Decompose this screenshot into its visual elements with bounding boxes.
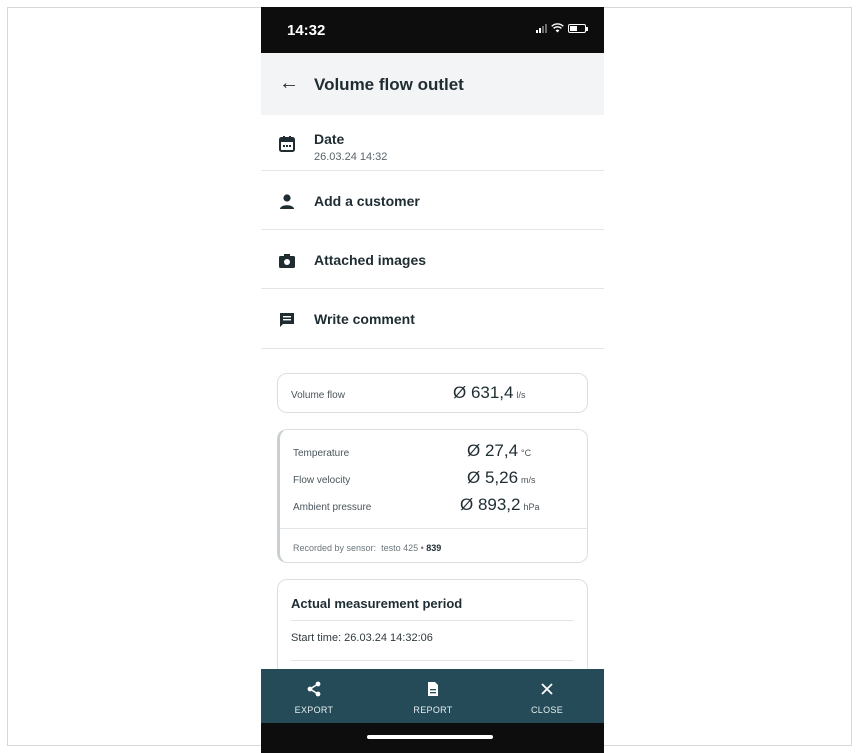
close-icon bbox=[541, 683, 553, 695]
export-button[interactable]: EXPORT bbox=[274, 669, 354, 723]
measurement-value: Ø 27,4 °C bbox=[467, 441, 531, 461]
measurement-unit: °C bbox=[521, 448, 532, 458]
add-customer-row[interactable]: Add a customer bbox=[261, 171, 604, 230]
person-icon bbox=[280, 194, 294, 209]
measurement-row: Ambient pressure Ø 893,2 hPa bbox=[293, 494, 574, 516]
start-time: Start time: 26.03.24 14:32:06 bbox=[291, 632, 433, 644]
date-value: 26.03.24 14:32 bbox=[314, 151, 388, 163]
volume-flow-label: Volume flow bbox=[291, 390, 345, 401]
close-button[interactable]: CLOSE bbox=[507, 669, 587, 723]
volume-flow-card: Volume flow Ø 631,4 l/s bbox=[277, 373, 588, 413]
measurement-label: Flow velocity bbox=[293, 475, 351, 486]
measurement-value: Ø 893,2 hPa bbox=[460, 495, 540, 515]
export-label: EXPORT bbox=[294, 705, 334, 715]
status-time: 14:32 bbox=[287, 22, 326, 39]
report-label: REPORT bbox=[413, 705, 453, 715]
volume-flow-number: Ø 631,4 bbox=[453, 383, 514, 402]
volume-flow-value: Ø 631,4 l/s bbox=[453, 383, 526, 403]
measurement-number: Ø 893,2 bbox=[460, 495, 521, 514]
status-bar: 14:32 bbox=[261, 7, 604, 53]
status-icons bbox=[536, 23, 588, 33]
measurement-row: Flow velocity Ø 5,26 m/s bbox=[293, 467, 574, 489]
measurement-number: Ø 5,26 bbox=[467, 468, 519, 487]
sensor-serial: 839 bbox=[426, 543, 442, 553]
report-button[interactable]: REPORT bbox=[393, 669, 473, 723]
home-indicator[interactable] bbox=[367, 735, 493, 739]
back-arrow-icon[interactable]: ← bbox=[279, 72, 299, 95]
phone-screen: 14:32 ← Volume flow outlet Date 26.03.24… bbox=[261, 7, 604, 753]
recorded-by-sensor: Recorded by sensor: testo 425 • 839 bbox=[293, 543, 441, 553]
attached-images-row[interactable]: Attached images bbox=[261, 230, 604, 289]
divider bbox=[280, 528, 587, 529]
attached-images-label: Attached images bbox=[314, 252, 427, 268]
divider bbox=[291, 660, 574, 661]
sensor-model: testo 425 • bbox=[381, 543, 424, 553]
signal-icon bbox=[536, 23, 547, 33]
battery-icon bbox=[568, 23, 588, 33]
share-icon bbox=[307, 681, 321, 697]
period-title: Actual measurement period bbox=[291, 596, 463, 611]
measurement-label: Temperature bbox=[293, 448, 350, 459]
comment-icon bbox=[280, 313, 294, 327]
sensor-prefix: Recorded by sensor: bbox=[293, 543, 377, 553]
wifi-icon bbox=[551, 23, 564, 33]
measurement-row: Temperature Ø 27,4 °C bbox=[293, 440, 574, 462]
camera-icon bbox=[279, 254, 295, 268]
home-indicator-bar bbox=[261, 723, 604, 753]
date-label: Date bbox=[314, 131, 345, 147]
volume-flow-unit: l/s bbox=[516, 390, 526, 400]
measurement-unit: m/s bbox=[521, 475, 536, 485]
write-comment-row[interactable]: Write comment bbox=[261, 289, 604, 349]
report-document-icon bbox=[428, 682, 438, 696]
bottom-toolbar: EXPORT REPORT CLOSE bbox=[261, 669, 604, 723]
write-comment-label: Write comment bbox=[314, 311, 415, 327]
volume-flow-row: Volume flow Ø 631,4 l/s bbox=[291, 382, 574, 404]
page-title: Volume flow outlet bbox=[314, 75, 464, 94]
add-customer-label: Add a customer bbox=[314, 193, 420, 209]
date-row[interactable]: Date 26.03.24 14:32 bbox=[261, 115, 604, 171]
measurement-label: Ambient pressure bbox=[293, 502, 372, 513]
close-label: CLOSE bbox=[530, 705, 563, 715]
sensor-measurements-card: Temperature Ø 27,4 °C Flow velocity Ø 5,2… bbox=[277, 429, 588, 563]
divider bbox=[291, 620, 574, 621]
measurement-value: Ø 5,26 m/s bbox=[467, 468, 536, 488]
measurement-unit: hPa bbox=[523, 502, 540, 512]
app-bar: ← Volume flow outlet bbox=[261, 53, 604, 115]
measurement-number: Ø 27,4 bbox=[467, 441, 519, 460]
calendar-icon bbox=[279, 136, 295, 152]
